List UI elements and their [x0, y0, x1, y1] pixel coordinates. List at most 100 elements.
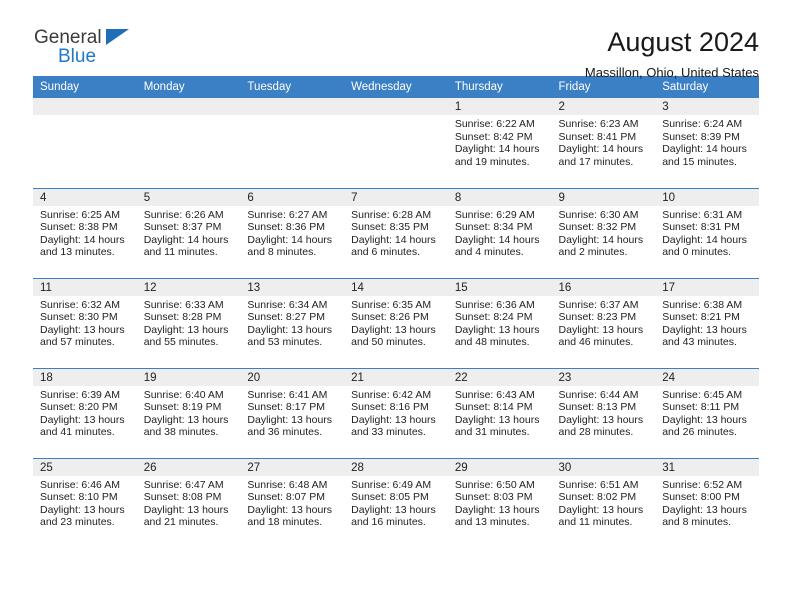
calendar-day-cell[interactable]: 23 Sunrise: 6:44 AM Sunset: 8:13 PM Dayligh…: [551, 367, 656, 458]
sunset-text: Sunset: 8:17 PM: [247, 401, 326, 414]
day-cell-content: 4 Sunrise: 6:25 AM Sunset: 8:38 PM Daylight…: [33, 188, 137, 278]
day-cell-content: 18 Sunrise: 6:39 AM Sunset: 8:20 PM Dayligh…: [33, 368, 137, 458]
day-cell-content: 5 Sunrise: 6:26 AM Sunset: 8:37 PM Daylight…: [136, 188, 241, 278]
brand-name-general: General: [34, 27, 102, 48]
calendar-day-cell[interactable]: 4 Sunrise: 6:25 AM Sunset: 8:38 PM Daylight…: [33, 187, 137, 278]
daylight-text: Daylight: 14 hours and 19 minutes.: [454, 143, 540, 168]
day-number: 24: [655, 368, 759, 386]
sunrise-text: Sunrise: 6:36 AM: [454, 298, 535, 311]
day-cell-content: 14 Sunrise: 6:35 AM Sunset: 8:26 PM Dayligh…: [344, 278, 448, 368]
calendar-day-cell[interactable]: 2 Sunrise: 6:23 AM Sunset: 8:41 PM Daylight…: [551, 98, 656, 188]
daylight-text: Daylight: 13 hours and 18 minutes.: [247, 503, 333, 529]
calendar-day-cell[interactable]: 25 Sunrise: 6:46 AM Sunset: 8:10 PM Dayligh…: [33, 457, 137, 548]
calendar-day-cell[interactable]: 1 Sunrise: 6:22 AM Sunset: 8:42 PM Daylight…: [447, 98, 552, 188]
calendar-day-cell[interactable]: 29 Sunrise: 6:50 AM Sunset: 8:03 PM Dayligh…: [447, 457, 552, 548]
calendar-day-cell[interactable]: 28 Sunrise: 6:49 AM Sunset: 8:05 PM Dayligh…: [344, 457, 448, 548]
daylight-text: Daylight: 13 hours and 46 minutes.: [558, 323, 644, 349]
day-details: Sunrise: 6:51 AM Sunset: 8:02 PM Daylight:…: [552, 476, 656, 529]
location-subtitle: Massillon, Ohio, United States: [584, 65, 759, 80]
calendar-day-cell[interactable]: 24 Sunrise: 6:45 AM Sunset: 8:11 PM Dayligh…: [655, 367, 759, 458]
sunset-text: Sunset: 8:39 PM: [662, 130, 740, 143]
page-header: General Blue August 2024 Massillon, Ohio…: [33, 0, 759, 80]
day-number: 17: [655, 278, 759, 296]
title-block: August 2024 Massillon, Ohio, United Stat…: [585, 27, 759, 81]
sunrise-text: Sunrise: 6:31 AM: [662, 208, 743, 221]
day-number: 10: [655, 188, 759, 206]
sunrise-text: Sunrise: 6:44 AM: [558, 388, 639, 401]
day-cell-content: 15 Sunrise: 6:36 AM Sunset: 8:24 PM Dayligh…: [447, 278, 552, 368]
calendar-day-cell[interactable]: 3 Sunrise: 6:24 AM Sunset: 8:39 PM Daylight…: [655, 98, 759, 188]
daylight-text: Daylight: 13 hours and 21 minutes.: [143, 503, 229, 529]
day-details: Sunrise: 6:45 AM Sunset: 8:11 PM Daylight:…: [655, 386, 759, 439]
daylight-text: Daylight: 13 hours and 55 minutes.: [143, 323, 229, 349]
sunset-text: Sunset: 8:23 PM: [558, 311, 637, 324]
calendar-day-cell[interactable]: 19 Sunrise: 6:40 AM Sunset: 8:19 PM Dayligh…: [136, 367, 241, 458]
sunrise-text: Sunrise: 6:37 AM: [558, 298, 639, 311]
day-details: Sunrise: 6:22 AM Sunset: 8:42 PM Daylight:…: [448, 115, 552, 168]
day-cell-content: 12 Sunrise: 6:33 AM Sunset: 8:28 PM Dayligh…: [136, 278, 241, 368]
sunset-text: Sunset: 8:37 PM: [143, 221, 222, 234]
day-cell-content: 17 Sunrise: 6:38 AM Sunset: 8:21 PM Dayligh…: [655, 278, 759, 368]
calendar-day-cell[interactable]: [33, 98, 137, 188]
day-number: 13: [240, 278, 345, 296]
day-number: 4: [33, 188, 137, 206]
calendar-day-cell[interactable]: 13 Sunrise: 6:34 AM Sunset: 8:27 PM Dayligh…: [240, 277, 345, 368]
sunrise-text: Sunrise: 6:39 AM: [40, 388, 120, 401]
calendar-day-cell[interactable]: [344, 98, 448, 188]
calendar-day-cell[interactable]: 5 Sunrise: 6:26 AM Sunset: 8:37 PM Daylight…: [136, 187, 241, 278]
day-cell-content: 24 Sunrise: 6:45 AM Sunset: 8:11 PM Dayligh…: [655, 368, 759, 458]
calendar-day-cell[interactable]: 17 Sunrise: 6:38 AM Sunset: 8:21 PM Dayligh…: [655, 277, 759, 368]
calendar-day-cell[interactable]: 30 Sunrise: 6:51 AM Sunset: 8:02 PM Dayligh…: [551, 457, 656, 548]
brand-logo[interactable]: General Blue: [33, 27, 156, 75]
day-cell-content: 13 Sunrise: 6:34 AM Sunset: 8:27 PM Dayligh…: [240, 278, 345, 368]
sunrise-text: Sunrise: 6:22 AM: [454, 118, 535, 130]
calendar-day-cell[interactable]: 6 Sunrise: 6:27 AM Sunset: 8:36 PM Daylight…: [240, 187, 345, 278]
daylight-text: Daylight: 13 hours and 13 minutes.: [454, 503, 540, 529]
calendar-day-cell[interactable]: 14 Sunrise: 6:35 AM Sunset: 8:26 PM Dayligh…: [344, 277, 448, 368]
calendar-day-cell[interactable]: 12 Sunrise: 6:33 AM Sunset: 8:28 PM Dayligh…: [136, 277, 241, 368]
calendar-day-cell[interactable]: 10 Sunrise: 6:31 AM Sunset: 8:31 PM Dayligh…: [655, 187, 759, 278]
day-details: Sunrise: 6:44 AM Sunset: 8:13 PM Daylight:…: [552, 386, 656, 439]
sunrise-text: Sunrise: 6:40 AM: [143, 388, 224, 401]
day-cell-content: 6 Sunrise: 6:27 AM Sunset: 8:36 PM Daylight…: [240, 188, 345, 278]
calendar-day-cell[interactable]: [136, 98, 241, 188]
day-details: Sunrise: 6:35 AM Sunset: 8:26 PM Daylight:…: [344, 296, 448, 349]
calendar-day-cell[interactable]: 31 Sunrise: 6:52 AM Sunset: 8:00 PM Dayligh…: [655, 457, 759, 548]
sunrise-text: Sunrise: 6:35 AM: [351, 298, 432, 311]
calendar-day-cell[interactable]: 9 Sunrise: 6:30 AM Sunset: 8:32 PM Daylight…: [551, 187, 656, 278]
calendar-day-cell[interactable]: 22 Sunrise: 6:43 AM Sunset: 8:14 PM Dayligh…: [447, 367, 552, 458]
day-details: Sunrise: 6:39 AM Sunset: 8:20 PM Daylight:…: [33, 386, 137, 439]
calendar-week-row: 11 Sunrise: 6:32 AM Sunset: 8:30 PM Dayligh…: [33, 277, 759, 368]
day-number: 2: [551, 98, 656, 115]
calendar-page: General Blue August 2024 Massillon, Ohio…: [0, 0, 792, 612]
daylight-text: Daylight: 13 hours and 41 minutes.: [40, 413, 125, 439]
calendar-day-cell[interactable]: 26 Sunrise: 6:47 AM Sunset: 8:08 PM Dayligh…: [136, 457, 241, 548]
calendar-day-cell[interactable]: 16 Sunrise: 6:37 AM Sunset: 8:23 PM Dayligh…: [551, 277, 656, 368]
calendar-day-cell[interactable]: [240, 98, 345, 188]
daylight-text: Daylight: 13 hours and 28 minutes.: [558, 413, 644, 439]
calendar-day-cell[interactable]: 11 Sunrise: 6:32 AM Sunset: 8:30 PM Dayligh…: [33, 277, 137, 368]
calendar-day-cell[interactable]: 15 Sunrise: 6:36 AM Sunset: 8:24 PM Dayligh…: [447, 277, 552, 368]
daylight-text: Daylight: 13 hours and 31 minutes.: [454, 413, 540, 439]
day-details: Sunrise: 6:47 AM Sunset: 8:08 PM Daylight:…: [137, 476, 241, 529]
brand-name-blue: Blue: [58, 46, 97, 67]
daylight-text: Daylight: 13 hours and 8 minutes.: [662, 503, 747, 529]
calendar-day-cell[interactable]: 7 Sunrise: 6:28 AM Sunset: 8:35 PM Daylight…: [344, 187, 448, 278]
calendar-day-cell[interactable]: 27 Sunrise: 6:48 AM Sunset: 8:07 PM Dayligh…: [240, 457, 345, 548]
day-number: 1: [447, 98, 552, 115]
calendar-week-row: 18 Sunrise: 6:39 AM Sunset: 8:20 PM Dayligh…: [33, 367, 759, 458]
sunrise-text: Sunrise: 6:38 AM: [662, 298, 743, 311]
day-details: Sunrise: 6:30 AM Sunset: 8:32 PM Daylight:…: [552, 206, 656, 259]
day-number: [344, 98, 448, 115]
sunset-text: Sunset: 8:41 PM: [558, 130, 637, 143]
calendar-day-cell[interactable]: 8 Sunrise: 6:29 AM Sunset: 8:34 PM Daylight…: [447, 187, 552, 278]
sunset-text: Sunset: 8:30 PM: [40, 311, 118, 324]
day-details: Sunrise: 6:23 AM Sunset: 8:41 PM Daylight:…: [552, 115, 656, 168]
day-details: Sunrise: 6:26 AM Sunset: 8:37 PM Daylight:…: [137, 206, 241, 259]
day-cell-content: [33, 98, 137, 187]
sunset-text: Sunset: 8:28 PM: [143, 311, 222, 324]
calendar-day-cell[interactable]: 18 Sunrise: 6:39 AM Sunset: 8:20 PM Dayligh…: [33, 367, 137, 458]
calendar-day-cell[interactable]: 21 Sunrise: 6:42 AM Sunset: 8:16 PM Dayligh…: [344, 367, 448, 458]
calendar-day-cell[interactable]: 20 Sunrise: 6:41 AM Sunset: 8:17 PM Dayligh…: [240, 367, 345, 458]
day-cell-content: 26 Sunrise: 6:47 AM Sunset: 8:08 PM Dayligh…: [136, 458, 241, 548]
